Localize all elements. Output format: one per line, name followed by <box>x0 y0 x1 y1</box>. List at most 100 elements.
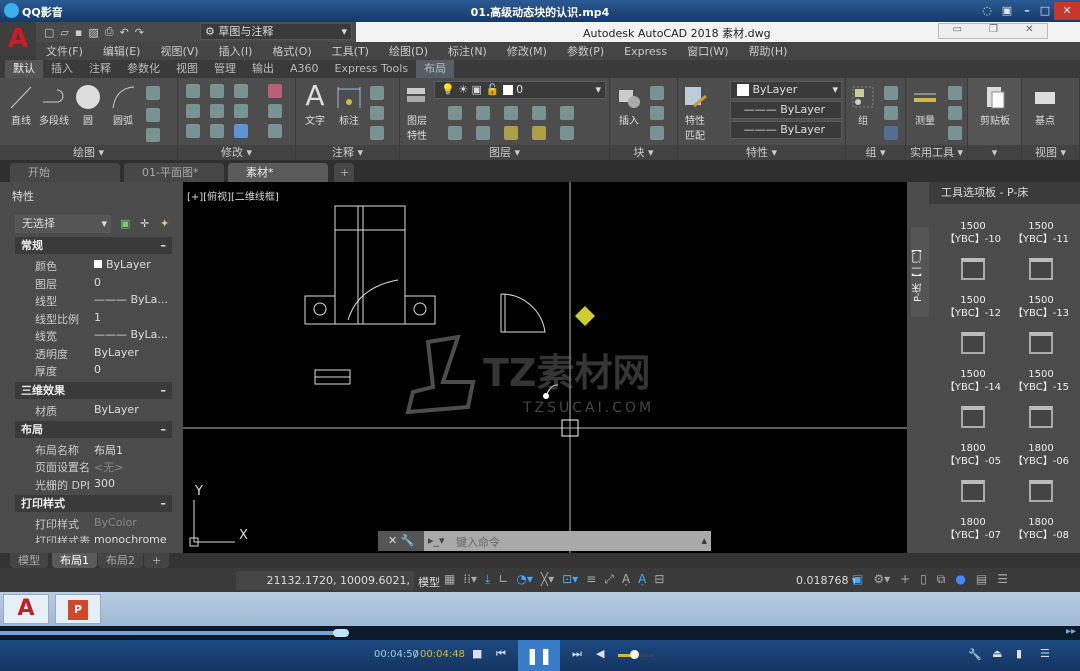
measure-tool[interactable]: 测量 <box>908 84 942 127</box>
redo-icon[interactable]: ↷ <box>135 26 144 39</box>
minimize-button[interactable]: – <box>1018 2 1036 20</box>
palette-item[interactable]: 1500 【YBC】-14 <box>943 332 1003 394</box>
isolate-icon[interactable]: ▯ <box>920 572 927 590</box>
tab-annotate[interactable]: 注释 <box>81 60 119 78</box>
isodraft-icon[interactable]: ╳▾ <box>541 572 554 590</box>
snap-icon[interactable]: ⁞⁞▾ <box>463 572 477 590</box>
layer-tool-icon[interactable] <box>504 106 518 120</box>
menu-edit[interactable]: 编辑(E) <box>93 43 151 59</box>
grid-icon[interactable]: ▦ <box>444 572 455 590</box>
group-edit-icon[interactable] <box>884 106 898 120</box>
edit-block-icon[interactable] <box>650 106 664 120</box>
prop-value[interactable]: ByLayer <box>94 346 139 359</box>
text-tool[interactable]: A 文字 <box>300 80 330 128</box>
copy-icon[interactable] <box>186 104 200 118</box>
minimize-icon[interactable]: ▭ <box>953 24 962 38</box>
table-icon[interactable] <box>370 126 384 140</box>
polar-icon[interactable]: ◔▾ <box>516 572 533 590</box>
menu-draw[interactable]: 绘图(D) <box>379 43 438 59</box>
annotation-visibility-icon[interactable]: Ạ <box>622 572 630 590</box>
tab-manage[interactable]: 管理 <box>206 60 244 78</box>
clean-screen-icon[interactable]: ▤ <box>976 572 987 590</box>
menu-window[interactable]: 窗口(W) <box>677 43 738 59</box>
layer-tool-icon[interactable] <box>448 106 462 120</box>
restore-icon[interactable]: ❐ <box>989 24 998 38</box>
palette-item[interactable]: 1500 【YBC】-12 <box>943 258 1003 320</box>
hatch-icon[interactable] <box>146 108 160 122</box>
prop-value[interactable]: ——— ByLa... <box>94 293 168 306</box>
menu-parametric[interactable]: 参数(P) <box>557 43 614 59</box>
panel-clipboard-label[interactable]: ▾ <box>968 145 1021 160</box>
tools-wrench-icon[interactable]: 🔧 <box>968 648 982 661</box>
prop-value[interactable]: monochrome <box>94 533 167 543</box>
erase-icon[interactable] <box>268 84 282 98</box>
move-icon[interactable] <box>186 84 200 98</box>
lineweight-icon[interactable]: ≡ <box>586 572 596 590</box>
command-input[interactable]: 键入命令 <box>456 534 500 550</box>
linetype-dropdown[interactable]: ——— ByLayer <box>730 101 842 119</box>
library-icon[interactable]: ▮ <box>1016 647 1022 660</box>
new-icon[interactable]: ▢ <box>44 26 54 39</box>
panel-view-label[interactable]: 视图 ▾ <box>1022 145 1079 160</box>
stretch-icon[interactable] <box>186 124 200 138</box>
trim-icon[interactable] <box>234 84 248 98</box>
maximize-viewport-icon[interactable]: ▣ <box>852 572 863 590</box>
menu-format[interactable]: 格式(O) <box>262 43 321 59</box>
arc-tool[interactable]: 圆弧 <box>108 84 138 127</box>
group-tool[interactable]: 组 <box>848 84 878 127</box>
volume-handle[interactable] <box>630 650 640 659</box>
skin-icon[interactable]: ◌ <box>978 2 996 20</box>
autocad-window-controls[interactable]: ▭ ❐ ✕ <box>938 23 1048 39</box>
next-button[interactable]: ⏭ <box>572 647 582 661</box>
quick-select-icon[interactable]: ✦ <box>160 217 169 230</box>
menu-help[interactable]: 帮助(H) <box>739 43 798 59</box>
tab-a360[interactable]: A360 <box>282 60 327 78</box>
section-general[interactable]: 常规 – <box>15 237 172 254</box>
playlist-icon[interactable]: ☰ <box>1040 647 1050 660</box>
clipboard-tool[interactable]: 剪贴板 <box>974 84 1016 127</box>
volume-icon[interactable]: ◀ <box>596 647 604 660</box>
panel-group-label[interactable]: 组 ▾ <box>846 145 905 160</box>
menu-file[interactable]: 文件(F) <box>36 43 93 59</box>
menu-tools[interactable]: 工具(T) <box>322 43 379 59</box>
match-properties-tool[interactable]: 特性 匹配 <box>680 84 710 142</box>
point-id-icon[interactable] <box>948 106 962 120</box>
panel-properties-label[interactable]: 特性 ▾ <box>678 145 845 160</box>
save-as-icon[interactable]: ▨ <box>88 26 98 39</box>
layer-tool-icon[interactable] <box>476 106 490 120</box>
palette-item[interactable]: 1500 【YBC】-13 <box>1011 258 1071 320</box>
open-file-icon[interactable]: ⏏ <box>992 647 1002 660</box>
print-icon[interactable]: ⎙ <box>105 25 114 39</box>
palette-item[interactable]: 1800 【YBC】-06 <box>1011 406 1071 468</box>
prompt-icon[interactable]: ▸_▾ <box>428 534 445 547</box>
color-dropdown[interactable]: ByLayer ▾ <box>730 81 842 99</box>
prop-value[interactable]: 0 <box>94 276 101 289</box>
panel-modify-label[interactable]: 修改 ▾ <box>178 145 295 160</box>
tab-insert[interactable]: 插入 <box>43 60 81 78</box>
layer-tool-icon[interactable] <box>504 126 518 140</box>
leader-icon[interactable] <box>370 106 384 120</box>
circle-tool[interactable]: 圆 <box>74 84 102 127</box>
prop-value[interactable]: 1 <box>94 311 101 324</box>
stop-button[interactable]: ■ <box>472 647 482 660</box>
seek-bar[interactable]: ▸▸ <box>0 626 1080 640</box>
viewport-scale[interactable]: 0.018768 ▾ <box>796 574 858 587</box>
layer-properties-tool[interactable]: 图层 特性 <box>402 84 432 142</box>
maximize-button[interactable]: □ <box>1036 2 1054 20</box>
calculator-icon[interactable] <box>948 126 962 140</box>
base-point-tool[interactable]: 基点 <box>1028 84 1062 127</box>
palette-item[interactable]: 1500 【YBC】-15 <box>1011 332 1071 394</box>
prop-value[interactable]: ByColor <box>94 516 137 529</box>
undo-icon[interactable]: ↶ <box>120 26 129 39</box>
menu-express[interactable]: Express <box>614 45 677 58</box>
linear-dim-icon[interactable] <box>370 86 384 100</box>
prop-value[interactable]: ByLayer <box>94 258 151 271</box>
lock-icon[interactable]: ⊟ <box>654 572 664 590</box>
array-icon[interactable] <box>234 124 248 138</box>
file-tab-start[interactable]: 开始 <box>10 163 120 182</box>
layout-tab-model[interactable]: 模型 <box>10 553 48 568</box>
coordinates-readout[interactable]: 21132.1720, 10009.6021, 0.0000 <box>236 571 414 606</box>
prop-value[interactable]: ——— ByLa... <box>94 328 168 341</box>
workspace-dropdown[interactable]: ⚙ 草图与注释 ▾ <box>200 23 352 40</box>
fast-forward-icon[interactable]: ▸▸ <box>1066 626 1076 637</box>
